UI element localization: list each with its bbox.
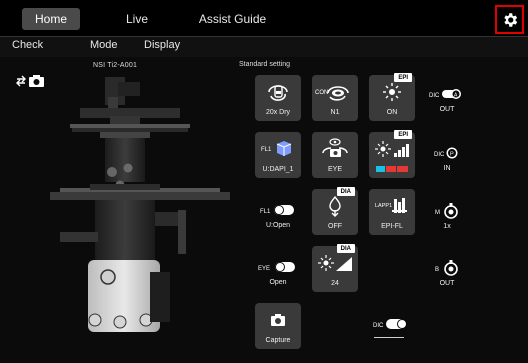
svg-text:CON: CON	[315, 90, 328, 96]
epi-shutter-tile[interactable]: EPI ON	[369, 73, 415, 121]
epi-shutter-value: ON	[386, 109, 398, 116]
condenser-value: N1	[330, 109, 340, 116]
epi-lamp-icon	[383, 83, 401, 101]
eye-shutter-toggle[interactable]: EYE Open	[255, 257, 301, 286]
svg-text:FL1: FL1	[260, 209, 271, 215]
filter-turret-tile[interactable]: FL1 U:DAPI_1	[255, 132, 301, 178]
tab-home[interactable]: Home	[22, 8, 80, 30]
lapp-tile[interactable]: LAPP1 EPI-FL	[369, 189, 415, 235]
dia-shutter-tile[interactable]: DIA OFF	[312, 187, 358, 235]
standard-setting-label: Standard setting	[239, 61, 290, 68]
b-knob-control[interactable]: B OUT	[424, 258, 470, 287]
svg-text:FL1: FL1	[261, 147, 272, 153]
dia-shutter-value: OFF	[328, 223, 342, 230]
toggle-switch-icon: FL1	[260, 205, 294, 215]
model-name: NSI Ti2-A001	[93, 62, 138, 69]
b-knob-value: OUT	[439, 280, 455, 287]
fl1-shutter-toggle[interactable]: FL1 U:Open	[255, 200, 301, 229]
svg-text:LAPP1: LAPP1	[375, 203, 392, 209]
svg-text:M: M	[435, 210, 440, 216]
settings-gear-icon	[503, 12, 517, 27]
microscope-image	[50, 77, 230, 332]
dic-a-value: OUT	[439, 106, 455, 113]
dic-p-control[interactable]: DIC P IN	[424, 143, 470, 172]
filter-cube-icon: FL1	[261, 141, 292, 156]
subtab-mode[interactable]: Mode	[90, 39, 118, 51]
top-nav-bar: Home Live Assist Guide	[0, 0, 528, 37]
eye-shutter-value: Open	[269, 279, 287, 286]
knob-icon: DIC A	[429, 89, 461, 99]
dic-a-control[interactable]: DIC A OUT	[424, 84, 470, 113]
objective-value: 20x Dry	[265, 109, 291, 116]
dia-intensity-value: 24	[331, 280, 339, 287]
svg-text:DIC: DIC	[373, 323, 384, 329]
dic-p-value: IN	[443, 165, 451, 172]
dic-toggle[interactable]: DIC	[368, 314, 414, 334]
svg-text:B: B	[435, 267, 439, 273]
magnification-control[interactable]: M 1x	[424, 201, 470, 230]
light-path-tile[interactable]: EYE	[312, 132, 358, 178]
epi-intensity-tile[interactable]: EPI	[369, 130, 415, 178]
svg-text:DIC: DIC	[434, 152, 445, 158]
knob-icon: DIC P	[434, 147, 458, 159]
condenser-tile[interactable]: CON N1	[312, 75, 358, 121]
light-path-value: EYE	[327, 166, 342, 173]
dic-toggle-underline	[374, 337, 404, 338]
camera-swap-button[interactable]	[16, 73, 46, 89]
intensity-icon	[318, 255, 352, 271]
channel-color-bar	[376, 166, 408, 172]
objective-icon	[268, 85, 288, 101]
svg-text:EYE: EYE	[258, 266, 270, 272]
camera-icon	[271, 314, 285, 326]
intensity-icon	[375, 141, 409, 157]
camera-swap-icon	[16, 75, 44, 87]
eye-camera-icon	[322, 138, 348, 157]
toggle-switch-icon: EYE	[258, 262, 295, 272]
capture-label: Capture	[265, 337, 291, 344]
toggle-switch-icon: DIC	[373, 319, 407, 329]
dia-lamp-icon	[329, 195, 341, 217]
settings-button[interactable]	[495, 5, 524, 34]
lapp-value: EPI-FL	[381, 223, 403, 230]
subtab-display[interactable]: Display	[144, 39, 180, 51]
svg-text:P: P	[450, 152, 454, 158]
knob-icon: B	[435, 260, 458, 276]
tab-assist-guide[interactable]: Assist Guide	[195, 8, 270, 30]
lapp-icon: LAPP1	[375, 198, 407, 213]
fl1-shutter-value: U:Open	[265, 222, 291, 229]
magnification-value: 1x	[443, 223, 451, 230]
tab-live[interactable]: Live	[112, 8, 162, 30]
svg-text:DIC: DIC	[429, 93, 440, 99]
knob-icon: M	[435, 203, 458, 219]
sub-nav-bar: Check Mode Display	[0, 37, 528, 57]
dia-intensity-tile[interactable]: DIA 24	[312, 244, 358, 292]
filter-turret-value: U:DAPI_1	[262, 166, 294, 173]
condenser-icon: CON	[315, 86, 349, 101]
subtab-check[interactable]: Check	[12, 39, 43, 51]
capture-button[interactable]: Capture	[255, 303, 301, 349]
objective-tile[interactable]: 20x Dry	[255, 75, 301, 121]
